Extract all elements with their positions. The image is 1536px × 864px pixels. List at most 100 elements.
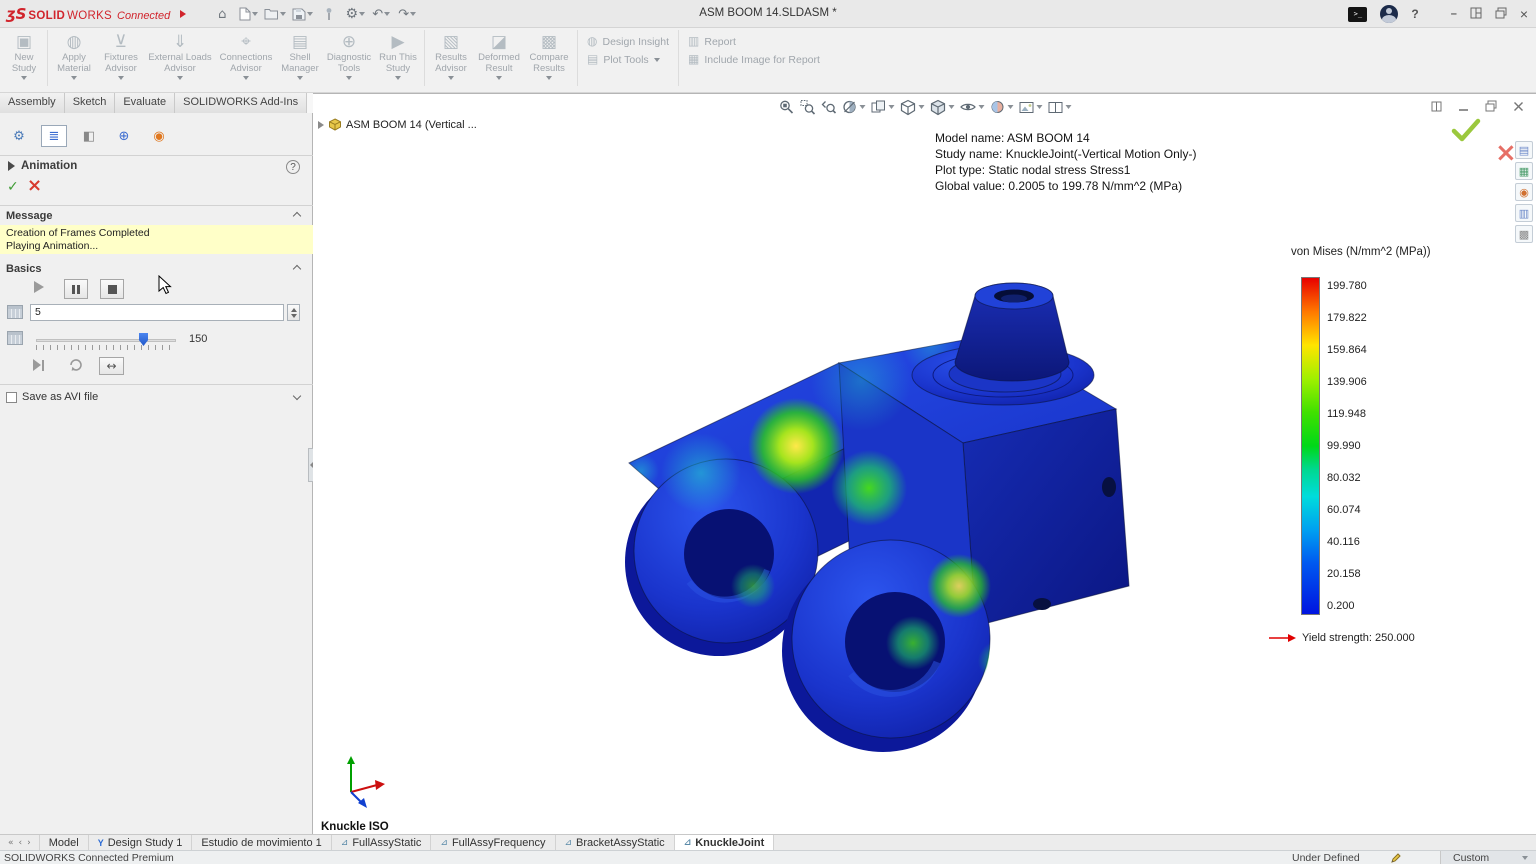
design-insight-button[interactable]: ◍Design Insight	[587, 35, 669, 48]
panes-button[interactable]	[1470, 7, 1482, 22]
shell-manager-button[interactable]: ▤ShellManager	[277, 28, 323, 90]
legend-color-bar[interactable]	[1301, 277, 1320, 615]
legend-value: 40.116	[1327, 536, 1367, 548]
play-from-start-button[interactable]	[33, 359, 44, 371]
save-avi-checkbox[interactable]	[6, 392, 17, 403]
play-button[interactable]	[34, 281, 44, 293]
pause-button[interactable]	[64, 279, 88, 299]
side-tool-3-button[interactable]: ◉	[1515, 183, 1533, 201]
stop-button[interactable]	[100, 279, 124, 299]
external-loads-advisor-button[interactable]: ⇓External LoadsAdvisor	[145, 28, 215, 90]
cancel-button[interactable]: ×	[27, 175, 42, 196]
scroll-first-icon[interactable]: «	[8, 838, 14, 848]
scroll-left-icon[interactable]: ‹	[19, 838, 23, 848]
report-button[interactable]: ▥Report	[688, 35, 820, 48]
tab-assembly[interactable]: Assembly	[0, 93, 65, 113]
scroll-right-icon[interactable]: ›	[27, 838, 31, 848]
viewport-minimize-button[interactable]	[1458, 101, 1469, 115]
ok-button[interactable]: ✓	[7, 179, 19, 195]
edit-appearance-button[interactable]	[989, 97, 1013, 117]
deformed-result-button[interactable]: ◪DeformedResult	[474, 28, 524, 90]
view-settings-button[interactable]	[1047, 97, 1071, 117]
confirm-ok-button[interactable]	[1451, 118, 1481, 142]
section-view-button[interactable]	[841, 97, 865, 117]
previous-view-button[interactable]	[820, 97, 836, 117]
panel-help-button[interactable]: ?	[286, 160, 300, 174]
tab-solidworks-add-ins[interactable]: SOLIDWORKS Add-Ins	[175, 93, 307, 113]
tab-evaluate[interactable]: Evaluate	[115, 93, 175, 113]
viewport-panes-button[interactable]	[1431, 101, 1442, 115]
tab-design-study-1[interactable]: YDesign Study 1	[89, 835, 193, 850]
maximize-button[interactable]	[1495, 7, 1507, 22]
edit-status-button[interactable]	[1390, 852, 1402, 864]
undo-button[interactable]: ↶	[371, 3, 391, 25]
expand-save-avi-icon[interactable]	[293, 392, 301, 400]
tree-expander-icon[interactable]	[318, 121, 324, 129]
tab-bracketassystatic[interactable]: ⊿BracketAssyStatic	[556, 835, 675, 850]
display-manager-tab[interactable]: ◉	[146, 125, 172, 147]
viewport-restore-button[interactable]	[1485, 100, 1497, 115]
model-3d-knuckle[interactable]	[559, 270, 1151, 782]
hide-show-items-button[interactable]	[959, 97, 984, 117]
minimize-button[interactable]: –	[1451, 8, 1457, 20]
feature-manager-tab[interactable]: ⚙	[6, 125, 32, 147]
collapse-message-icon[interactable]	[293, 212, 301, 220]
viewport-close-button[interactable]	[1513, 101, 1524, 115]
confirm-cancel-button[interactable]: ×	[1495, 138, 1517, 168]
save-button[interactable]	[292, 3, 313, 25]
tab-sketch[interactable]: Sketch	[65, 93, 116, 113]
compare-results-button[interactable]: ▩CompareResults	[524, 28, 574, 90]
pin-button[interactable]	[319, 3, 339, 25]
plot-tools-button[interactable]: ▤Plot Tools	[587, 53, 669, 66]
property-manager-tab[interactable]: ≣	[41, 125, 67, 147]
connections-advisor-button[interactable]: ⌖ConnectionsAdvisor	[215, 28, 277, 90]
configuration-manager-tab[interactable]: ◧	[76, 125, 102, 147]
include-image-for-report-button[interactable]: ▦Include Image for Report	[688, 53, 820, 66]
tab-fullassyfrequency[interactable]: ⊿FullAssyFrequency	[431, 835, 555, 850]
message-section-header[interactable]: Message	[6, 210, 52, 222]
reciprocate-button[interactable]: ↔	[99, 357, 124, 375]
zoom-to-fit-button[interactable]	[778, 97, 794, 117]
graphics-viewport[interactable]: ASM BOOM 14 (Vertical ... Model name: AS…	[313, 93, 1536, 834]
basics-section-header[interactable]: Basics	[6, 263, 41, 275]
open-document-button[interactable]	[264, 3, 286, 25]
terminal-button[interactable]: >_	[1348, 7, 1367, 22]
dimxpert-manager-tab[interactable]: ⊕	[111, 125, 137, 147]
flyout-feature-tree[interactable]: ASM BOOM 14 (Vertical ...	[318, 118, 477, 131]
diagnostic-tools-button[interactable]: ⊕DiagnosticTools	[323, 28, 375, 90]
loop-button[interactable]	[68, 357, 84, 376]
side-tool-2-button[interactable]: ▦	[1515, 162, 1533, 180]
custom-dropdown[interactable]: Custom	[1440, 851, 1536, 864]
frames-spinner[interactable]	[287, 304, 300, 321]
results-advisor-button[interactable]: ▧ResultsAdvisor	[428, 28, 474, 90]
user-avatar[interactable]	[1380, 5, 1398, 23]
new-study-button[interactable]: ▣NewStudy	[4, 28, 44, 90]
collapse-basics-icon[interactable]	[293, 265, 301, 273]
fixtures-advisor-button[interactable]: ⊻FixturesAdvisor	[97, 28, 145, 90]
view-sheets-button[interactable]	[870, 97, 894, 117]
settings-button[interactable]: ⚙	[345, 3, 365, 25]
home-button[interactable]: ⌂	[212, 3, 232, 25]
close-button[interactable]: ×	[1520, 6, 1528, 22]
tab-estudio-de-movimiento-1[interactable]: Estudio de movimiento 1	[192, 835, 331, 850]
display-style-button[interactable]	[929, 97, 954, 117]
tab-scroll-controls[interactable]: « ‹ ›	[0, 835, 40, 850]
new-document-button[interactable]	[238, 3, 258, 25]
apply-scene-button[interactable]	[1018, 97, 1042, 117]
tab-fullassystatic[interactable]: ⊿FullAssyStatic	[332, 835, 432, 850]
apply-material-button[interactable]: ◍ApplyMaterial	[51, 28, 97, 90]
speed-slider-track[interactable]	[36, 339, 176, 342]
run-this-study-button[interactable]: ▶Run ThisStudy	[375, 28, 421, 90]
panel-flyout-icon[interactable]	[8, 161, 15, 171]
brand-flyout-icon[interactable]	[180, 10, 186, 18]
tab-model[interactable]: Model	[40, 835, 89, 850]
zoom-to-area-button[interactable]	[799, 97, 815, 117]
side-tool-5-button[interactable]: ▩	[1515, 225, 1533, 243]
frames-value-field[interactable]: 5	[30, 304, 284, 321]
side-tool-1-button[interactable]: ▤	[1515, 141, 1533, 159]
tab-knucklejoint[interactable]: ⊿KnuckleJoint	[675, 835, 775, 850]
help-button[interactable]: ?	[1411, 7, 1418, 21]
side-tool-4-button[interactable]: ▥	[1515, 204, 1533, 222]
redo-button[interactable]: ↷	[397, 3, 417, 25]
view-orientation-button[interactable]	[899, 97, 924, 117]
